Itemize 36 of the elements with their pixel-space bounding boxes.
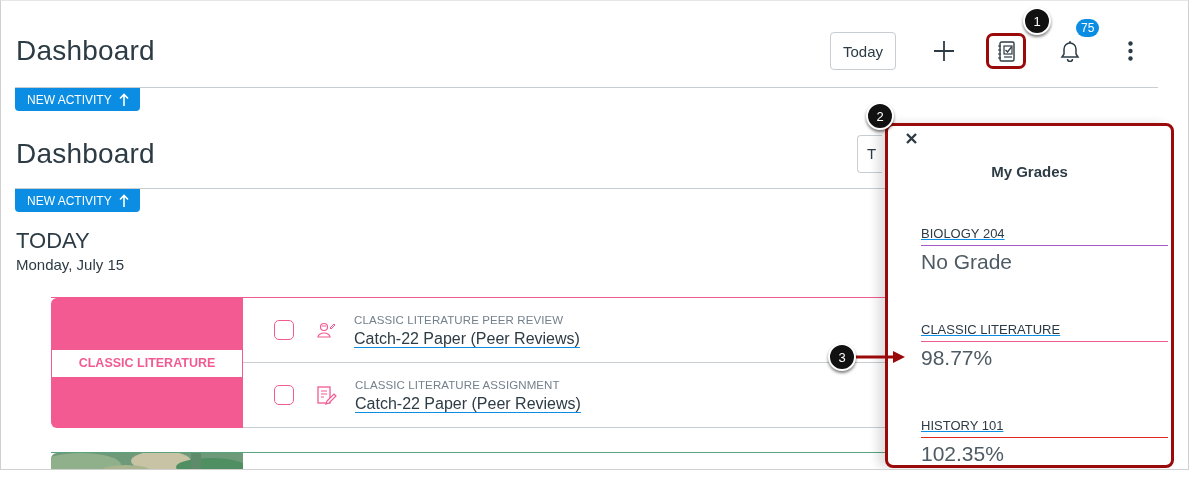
course-link[interactable]: HISTORY 101 [921, 418, 1004, 433]
planner-button[interactable] [986, 33, 1026, 69]
bell-icon [1059, 40, 1081, 62]
callout-number: 2 [866, 102, 894, 130]
item-type: CLASSIC LITERATURE ASSIGNMENT [355, 379, 561, 391]
arrow-up-icon [118, 93, 129, 106]
item-type: CLASSIC LITERATURE PEER REVIEW [354, 314, 565, 326]
people-pencil-icon [317, 322, 336, 338]
today-button[interactable]: T [857, 134, 882, 173]
item-link[interactable]: Catch-22 Paper (Peer Reviews) [354, 330, 580, 348]
callout-number: 1 [1023, 7, 1051, 35]
notification-count: 75 [1076, 19, 1100, 37]
course-grade: No Grade [921, 250, 1014, 274]
page-title: Dashboard [16, 35, 155, 67]
notebook-icon [997, 40, 1015, 62]
plus-icon [933, 40, 955, 62]
checkbox[interactable] [274, 320, 294, 340]
arrow-up-icon [118, 194, 129, 207]
new-activity-button[interactable]: NEW ACTIVITY [15, 189, 140, 212]
document-pencil-icon [317, 385, 337, 405]
course-link[interactable]: CLASSIC LITERATURE [921, 322, 1061, 337]
page-title: Dashboard [16, 137, 155, 170]
course-grade: 98.77% [921, 346, 994, 370]
today-button[interactable]: Today [829, 32, 896, 70]
close-button[interactable] [904, 132, 918, 146]
course-grade: 102.35% [921, 442, 1005, 465]
callout-number: 3 [828, 343, 856, 371]
tray-title: My Grades [990, 163, 1069, 180]
day-date: Monday, July 15 [16, 256, 125, 273]
checkbox[interactable] [274, 385, 294, 405]
day-heading: TODAY [16, 228, 90, 254]
kebab-icon [1127, 41, 1133, 61]
new-activity-button[interactable]: NEW ACTIVITY [15, 88, 140, 111]
close-icon [904, 132, 918, 145]
course-link[interactable]: BIOLOGY 204 [921, 226, 1005, 241]
item-link[interactable]: Catch-22 Paper (Peer Reviews) [355, 395, 581, 413]
